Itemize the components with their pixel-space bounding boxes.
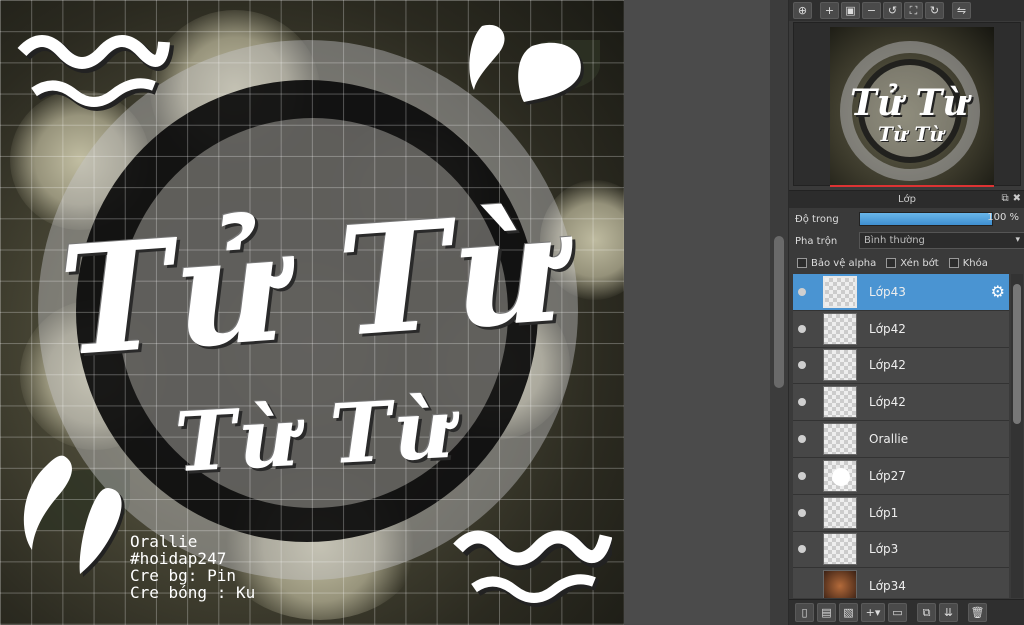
layer-thumbnail: [823, 312, 857, 345]
layer-name: Lớp3: [869, 542, 899, 557]
checkbox-box[interactable]: [948, 258, 959, 268]
layer-panel-title: Lớp: [897, 194, 917, 205]
trash-icon[interactable]: 🗑: [968, 603, 987, 622]
protect-alpha-checkbox[interactable]: Bảo vệ alpha: [797, 258, 876, 269]
drops-decoration-bottom-left: [23, 455, 125, 577]
blend-row: Pha trộn Bình thường ▾: [795, 232, 1024, 250]
new-layer-icon[interactable]: ▯: [795, 603, 814, 622]
medibang-app: Tử Từ Từ Từ Orallie #hoidap247 Cre bg: P…: [0, 0, 1024, 625]
layer-name: Lớp42: [869, 395, 906, 410]
layer-thumbnail: [823, 275, 857, 308]
checkbox-box[interactable]: [886, 258, 897, 268]
layer-row[interactable]: Lớp42: [793, 384, 1009, 422]
canvas-vertical-scrollbar[interactable]: [770, 0, 788, 625]
credit-line: #hoidap247: [130, 549, 227, 568]
visibility-eye-icon[interactable]: [793, 324, 811, 333]
rotate-left-icon[interactable]: ↺: [883, 2, 902, 19]
close-icon[interactable]: ✖: [1013, 193, 1021, 204]
layer-row[interactable]: Lớp34: [793, 568, 1009, 598]
visibility-eye-icon[interactable]: [793, 361, 811, 370]
blend-mode-select[interactable]: Bình thường ▾: [859, 232, 1024, 249]
zoom-fit-icon[interactable]: ⊕: [793, 2, 812, 19]
opacity-slider[interactable]: [859, 212, 993, 226]
duplicate-layer-icon[interactable]: ⧉: [917, 603, 936, 622]
scrollbar-thumb[interactable]: [1013, 284, 1021, 424]
rotate-right-icon[interactable]: ↻: [925, 2, 944, 19]
wave-decoration-top-left: [17, 35, 174, 111]
opacity-value: 100 %: [987, 212, 1019, 223]
opacity-slider-fill: [860, 213, 992, 225]
layer-row[interactable]: Lớp43 ⚙: [793, 274, 1009, 311]
blend-mode-value: Bình thường: [864, 235, 925, 246]
credit-line: Cre bg: Pin: [130, 566, 236, 585]
title-main-text: Tử Từ: [54, 179, 570, 391]
layer-name: Lớp43: [869, 284, 906, 299]
checkbox-label: Xén bớt: [900, 257, 939, 269]
title-sub-text: Từ Từ: [172, 380, 458, 492]
lock-checkbox[interactable]: Khóa: [948, 257, 988, 269]
layer-toolbar: ▯ ▤ ▧ +▾ ▭ ⧉ ⇊ 🗑: [789, 599, 1024, 625]
gear-icon[interactable]: ⚙: [991, 284, 1005, 300]
checkbox-box[interactable]: [797, 258, 807, 268]
layer-thumbnail: [823, 570, 857, 598]
new-8bit-layer-icon[interactable]: ▧: [839, 603, 858, 622]
drawing-canvas[interactable]: Tử Từ Từ Từ Orallie #hoidap247 Cre bg: P…: [0, 0, 624, 625]
navigator-toolbar: ⊕ + ▣ − ↺ ⛶ ↻ ⇋: [789, 0, 1024, 21]
layer-thumbnail: [823, 533, 857, 566]
credit-line: Orallie: [130, 532, 198, 551]
checkbox-label: Bảo vệ alpha: [811, 257, 877, 269]
layer-list-scrollbar[interactable]: [1011, 274, 1023, 598]
chevron-down-icon: ▾: [1015, 235, 1020, 245]
opacity-label: Độ trong: [795, 213, 839, 225]
layer-thumbnail: [823, 423, 857, 456]
layer-name: Lớp27: [869, 468, 906, 483]
layer-thumbnail: [823, 459, 857, 492]
layer-name: Lớp34: [869, 579, 906, 594]
navigator-view-frame: [830, 27, 994, 187]
new-halftone-layer-icon[interactable]: ▤: [817, 603, 836, 622]
zoom-out-icon[interactable]: −: [862, 2, 881, 19]
layer-list: Lớp43 ⚙ Lớp42 Lớp42 Lớp42 Orallie Lớp27 …: [793, 274, 1009, 598]
navigator-preview[interactable]: Tử Từ Từ Từ: [793, 22, 1021, 187]
clipping-checkbox[interactable]: Xén bớt: [886, 257, 939, 269]
right-panel: ⊕ + ▣ − ↺ ⛶ ↻ ⇋ Tử Từ Từ Từ Lớp ⧉ ✖ Độ t…: [788, 0, 1024, 625]
popout-icon[interactable]: ⧉: [1001, 193, 1008, 204]
drops-decoration-top-right: [469, 24, 584, 105]
credit-line: Cre bóng : Ku: [130, 583, 256, 602]
flip-icon[interactable]: ⇋: [952, 2, 971, 19]
visibility-eye-icon[interactable]: [793, 545, 811, 554]
blend-label: Pha trộn: [795, 235, 838, 247]
layer-options-row: Bảo vệ alpha Xén bớt Khóa: [797, 254, 1023, 272]
layer-row[interactable]: Orallie: [793, 421, 1009, 458]
add-layer-dropdown-icon[interactable]: +▾: [861, 603, 885, 622]
visibility-eye-icon[interactable]: [793, 471, 811, 480]
layer-thumbnail: [823, 386, 857, 419]
layer-name: Lớp1: [869, 505, 899, 520]
opacity-row: Độ trong 100 %: [795, 210, 1021, 228]
fullscreen-icon[interactable]: ⛶: [904, 2, 923, 19]
visibility-eye-icon[interactable]: [793, 287, 811, 296]
layer-row[interactable]: Lớp3: [793, 531, 1009, 569]
scrollbar-thumb[interactable]: [774, 236, 784, 388]
checkbox-label: Khóa: [962, 257, 988, 269]
canvas-background-area: [624, 0, 770, 625]
layer-thumbnail: [823, 496, 857, 529]
layer-row[interactable]: Lớp42: [793, 347, 1009, 385]
layer-panel-header: Lớp ⧉ ✖: [789, 190, 1024, 208]
merge-down-icon[interactable]: ⇊: [939, 603, 958, 622]
layer-name: Orallie: [869, 432, 909, 447]
visibility-eye-icon[interactable]: [793, 398, 811, 407]
wave-decoration-bottom-right: [453, 530, 612, 607]
visibility-eye-icon[interactable]: [793, 508, 811, 517]
zoom-in-icon[interactable]: +: [820, 2, 839, 19]
layer-name: Lớp42: [869, 358, 906, 373]
layer-row[interactable]: Lớp1: [793, 494, 1009, 532]
layer-thumbnail: [823, 349, 857, 382]
layer-row[interactable]: Lớp42: [793, 310, 1009, 348]
layer-name: Lớp42: [869, 321, 906, 336]
fit-window-icon[interactable]: ▣: [841, 2, 860, 19]
folder-icon[interactable]: ▭: [888, 603, 907, 622]
layer-row[interactable]: Lớp27: [793, 457, 1009, 495]
visibility-eye-icon[interactable]: [793, 435, 811, 444]
